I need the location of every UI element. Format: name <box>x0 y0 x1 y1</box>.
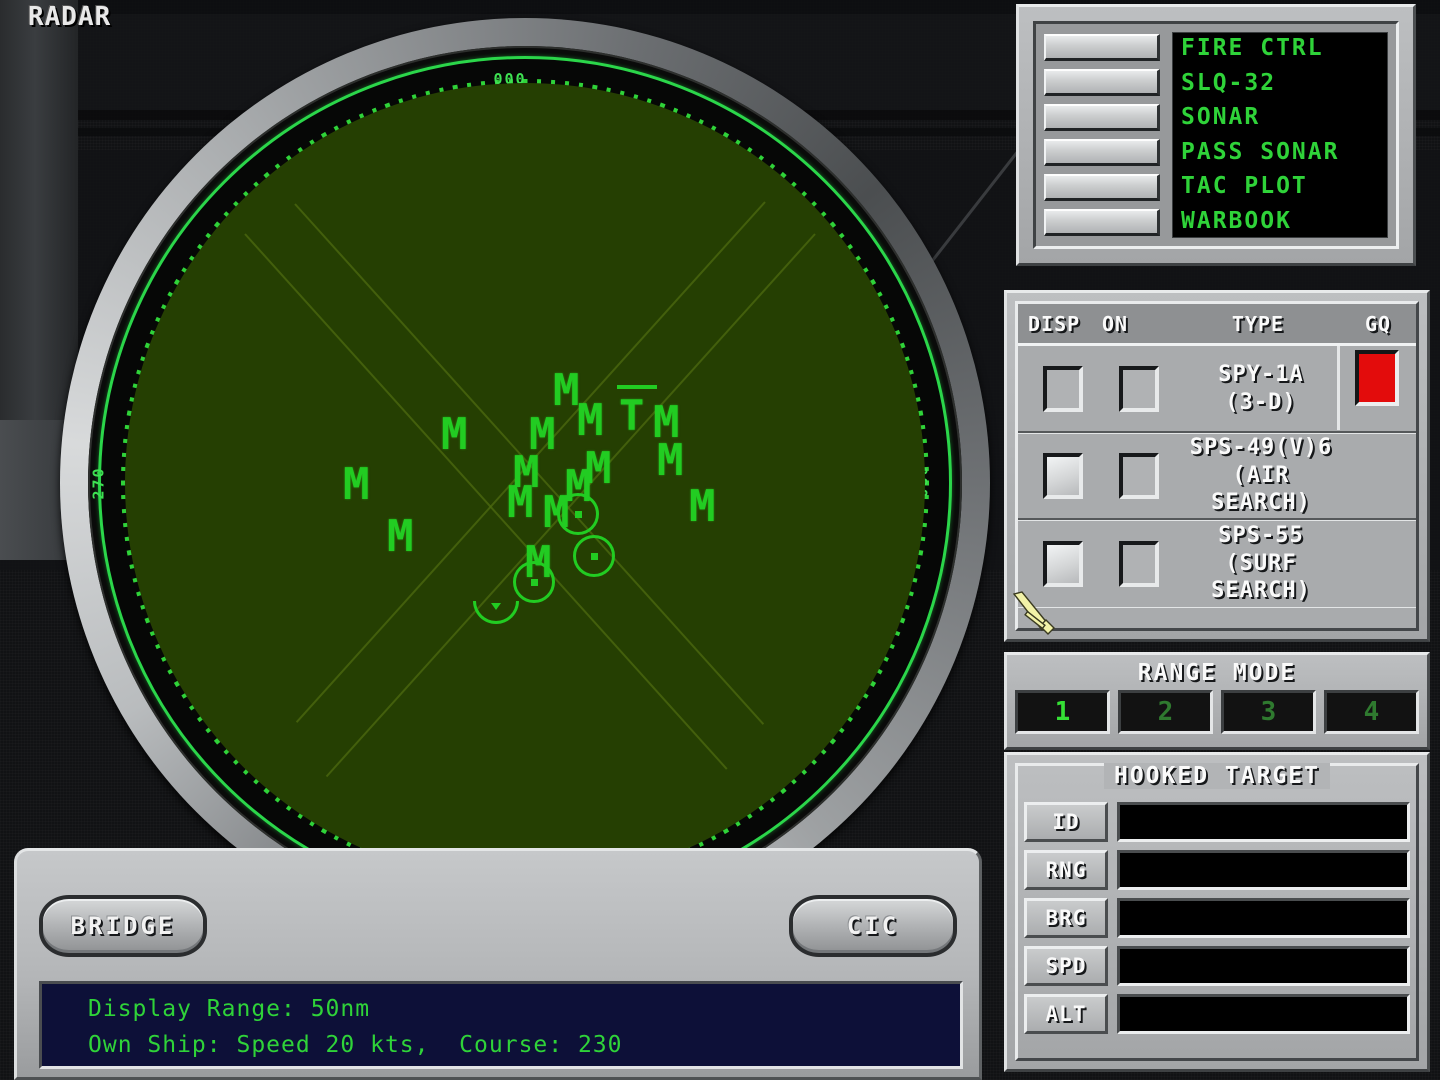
sensor-type-line2: (SURF SEARCH) <box>1211 550 1311 604</box>
column-header-type: TYPE <box>1231 311 1285 336</box>
hooked-value-id <box>1117 802 1410 842</box>
status-own-ship: Own Ship: Speed 20 kts, Course: 230 <box>88 1031 623 1058</box>
menu-key-column <box>1044 32 1160 238</box>
sensor-row: SPS-49(V)6 (AIR SEARCH) <box>1018 433 1416 520</box>
range-mode-title: RANGE MODE <box>1137 660 1297 686</box>
contact-surface[interactable] <box>573 535 615 577</box>
menu-key-1[interactable] <box>1044 69 1160 96</box>
hooked-target-fields: ID RNG BRG SPD ALT <box>1024 802 1410 1034</box>
range-mode-button-4[interactable]: 4 <box>1324 690 1419 734</box>
hooked-key-spd[interactable]: SPD <box>1024 946 1108 986</box>
scope-sweep-trail <box>244 233 728 770</box>
hooked-value-alt <box>1117 994 1410 1034</box>
bearing-label-270: 270 <box>89 466 108 500</box>
menu-item-slq-32[interactable]: SLQ-32 <box>1181 71 1387 95</box>
sensor-type-label: SPS-55 (SURF SEARCH) <box>1176 522 1346 605</box>
sensor-type-label: SPY-1A (3-D) <box>1176 361 1346 416</box>
range-mode-buttons: 1234 <box>1015 690 1419 734</box>
bridge-button[interactable]: BRIDGE <box>39 895 207 957</box>
hooked-value-spd <box>1117 946 1410 986</box>
contact-air-hostile[interactable]: M <box>441 413 468 457</box>
contact-air-hostile[interactable]: M <box>387 515 414 559</box>
contact-air-hostile[interactable]: M <box>343 463 370 507</box>
hooked-target-inner: HOOKED TARGET ID RNG BRG SPD ALT <box>1015 763 1419 1061</box>
radar-screen: RADAR 000 090 180 270 MMMMMMMMMMMMMMMT B… <box>0 0 1440 1080</box>
contact-air-hostile[interactable]: M <box>657 439 684 483</box>
on-checkbox-1[interactable] <box>1119 452 1159 499</box>
hooked-value-rng <box>1117 850 1410 890</box>
column-header-disp: DISP <box>1028 311 1081 336</box>
sensor-table: DISP ON TYPE GQ SPY-1A (3-D) SPS-49(V)6 (AI… <box>1015 301 1419 631</box>
range-mode-button-1[interactable]: 1 <box>1015 690 1110 734</box>
right-control-column: FIRE CTRL SLQ-32 SONAR PASS SONAR TAC PLOT WA… <box>990 0 1440 1080</box>
sensor-type-line2: (AIR SEARCH) <box>1211 462 1311 516</box>
scope-face[interactable]: MMMMMMMMMMMMMMMT <box>125 83 925 883</box>
range-mode-panel: RANGE MODE 1234 <box>1004 652 1430 750</box>
contact-air-hostile[interactable]: M <box>577 399 604 443</box>
hooked-key-alt[interactable]: ALT <box>1024 994 1108 1034</box>
hooked-key-brg[interactable]: BRG <box>1024 898 1108 938</box>
page-title: RADAR <box>28 2 112 32</box>
menu-item-tac-plot[interactable]: TAC PLOT <box>1181 175 1387 198</box>
contact-air-hostile[interactable]: M <box>529 413 556 457</box>
sensor-type-line2: (3-D) <box>1225 389 1297 415</box>
on-checkbox-2[interactable] <box>1119 540 1159 587</box>
hooked-value-brg <box>1117 898 1410 938</box>
contact-air-friendly[interactable]: T <box>619 395 644 437</box>
contact-air-hostile[interactable]: M <box>689 485 716 529</box>
sensor-type-label: SPS-49(V)6 (AIR SEARCH) <box>1176 434 1346 517</box>
cic-button[interactable]: CIC <box>789 895 957 957</box>
menu-key-5[interactable] <box>1044 209 1160 236</box>
hooked-field-row: RNG <box>1024 850 1410 890</box>
menu-key-3[interactable] <box>1044 139 1160 166</box>
menu-panel: FIRE CTRL SLQ-32 SONAR PASS SONAR TAC PLOT WA… <box>1016 4 1416 266</box>
hooked-field-row: BRG <box>1024 898 1410 938</box>
status-display-range: Display Range: 50nm <box>88 996 371 1022</box>
sensor-table-header: DISP ON TYPE GQ <box>1018 304 1416 346</box>
hooked-field-row: SPD <box>1024 946 1410 986</box>
sensor-panel: DISP ON TYPE GQ SPY-1A (3-D) SPS-49(V)6 (AI… <box>1004 290 1430 642</box>
sensor-type-line1: SPY-1A <box>1218 362 1304 387</box>
hooked-field-row: ALT <box>1024 994 1410 1034</box>
contact-air-hostile[interactable]: M <box>553 369 580 413</box>
disp-checkbox-1[interactable] <box>1043 452 1083 499</box>
radar-scope[interactable]: 000 090 180 270 MMMMMMMMMMMMMMMT <box>30 8 990 958</box>
gq-indicator-holder <box>1337 346 1413 430</box>
menu-key-4[interactable] <box>1044 174 1160 201</box>
hooked-target-title: HOOKED TARGET <box>1103 763 1331 789</box>
sensor-row: SPS-55 (SURF SEARCH) <box>1018 520 1416 607</box>
menu-key-0[interactable] <box>1044 34 1160 61</box>
column-header-gq: GQ <box>1364 311 1392 336</box>
bottom-console: BRIDGE CIC Display Range: 50nm Own Ship:… <box>14 848 982 1080</box>
contact-surface[interactable] <box>513 561 555 603</box>
range-mode-button-3[interactable]: 3 <box>1221 690 1316 734</box>
disp-checkbox-2[interactable] <box>1043 540 1083 587</box>
hooked-field-row: ID <box>1024 802 1410 842</box>
menu-item-fire-ctrl[interactable]: FIRE CTRL <box>1181 37 1387 60</box>
status-bar: Display Range: 50nm Own Ship: Speed 20 k… <box>39 981 963 1069</box>
disp-checkbox-0[interactable] <box>1043 365 1083 412</box>
contact-friendly-bar <box>617 385 657 389</box>
menu-inner: FIRE CTRL SLQ-32 SONAR PASS SONAR TAC PLOT WA… <box>1033 21 1399 249</box>
on-checkbox-0[interactable] <box>1119 365 1159 412</box>
gq-alarm-lamp[interactable] <box>1354 350 1399 406</box>
column-header-on: ON <box>1102 311 1129 336</box>
hooked-key-id[interactable]: ID <box>1024 802 1108 842</box>
menu-screen: FIRE CTRL SLQ-32 SONAR PASS SONAR TAC PLOT WA… <box>1172 32 1388 238</box>
sensor-type-line1: SPS-55 <box>1218 523 1304 549</box>
contact-surface[interactable] <box>557 493 599 535</box>
hooked-target-panel: HOOKED TARGET ID RNG BRG SPD ALT <box>1004 752 1430 1072</box>
contact-subsurface[interactable] <box>473 601 519 624</box>
menu-key-2[interactable] <box>1044 104 1160 131</box>
menu-item-warbook[interactable]: WARBOOK <box>1181 209 1387 233</box>
range-mode-button-2[interactable]: 2 <box>1118 690 1213 734</box>
hooked-key-rng[interactable]: RNG <box>1024 850 1108 890</box>
menu-item-pass-sonar[interactable]: PASS SONAR <box>1181 140 1387 164</box>
menu-item-sonar[interactable]: SONAR <box>1181 106 1387 129</box>
sensor-type-line1: SPS-49(V)6 <box>1189 435 1333 461</box>
